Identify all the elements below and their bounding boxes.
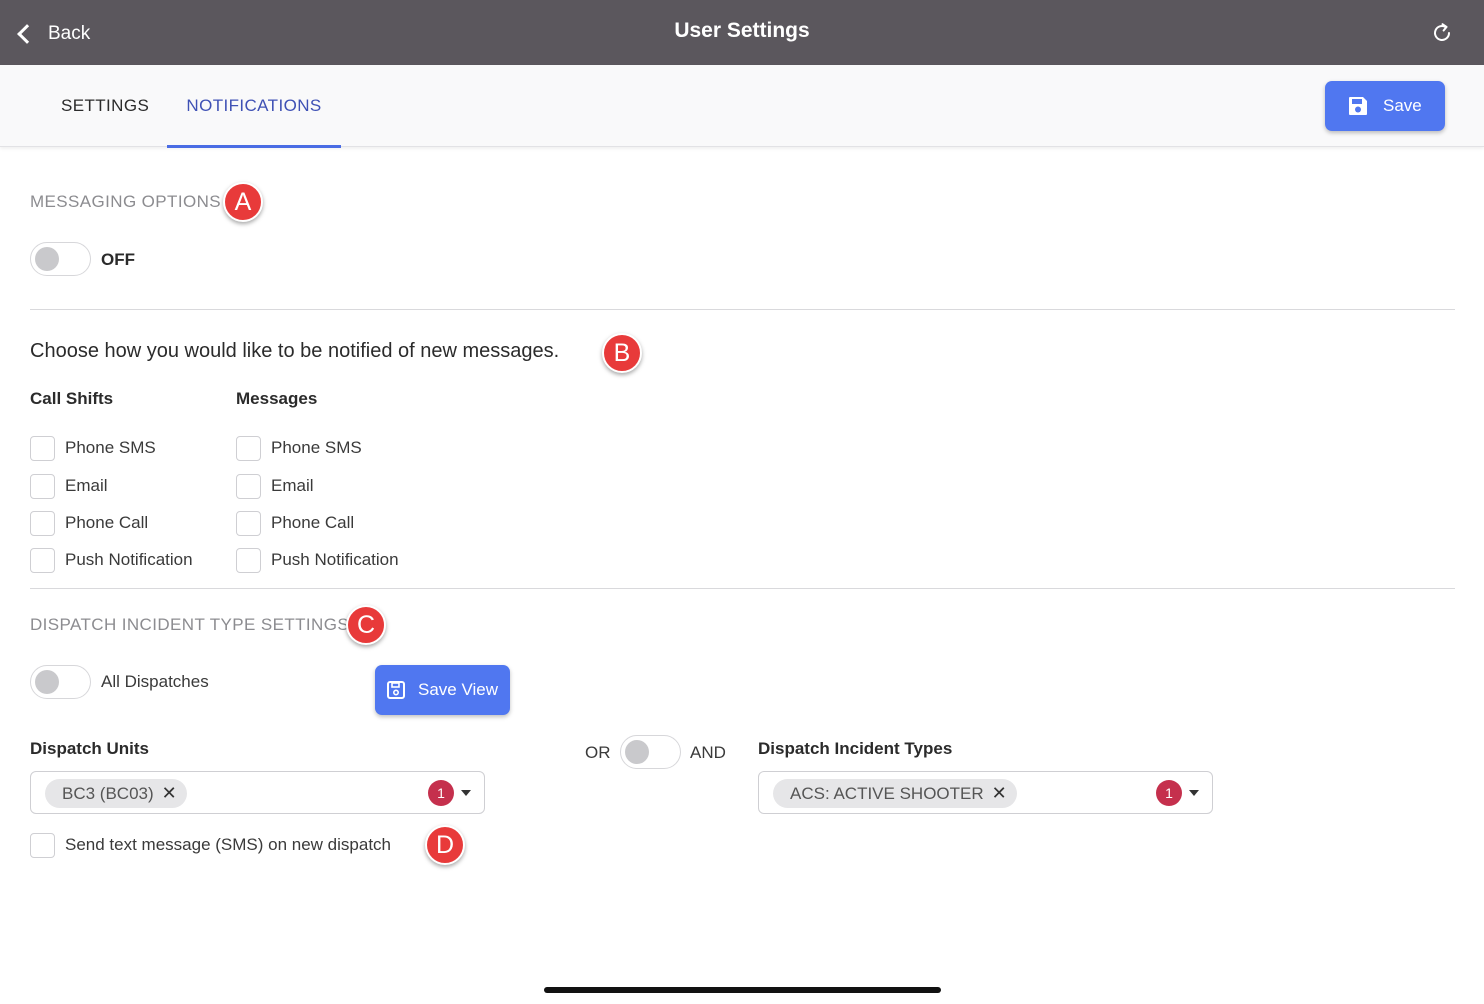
all-dispatches-label: All Dispatches (101, 672, 209, 691)
app-header: Back User Settings (0, 0, 1484, 65)
selected-count-badge: 1 (428, 780, 454, 806)
call-shifts-heading: Call Shifts (30, 389, 114, 408)
caret-down-icon[interactable] (1189, 790, 1199, 796)
dispatch-incident-types-label: Dispatch Incident Types (758, 739, 953, 758)
messages-email-checkbox[interactable]: Email (236, 473, 314, 499)
incident-type-chip: ACS: ACTIVE SHOOTER ✕ (773, 779, 1017, 808)
marker-b: B (602, 333, 642, 373)
checkbox-label: Push Notification (65, 550, 193, 569)
checkbox-label: Email (271, 476, 314, 495)
call-shifts-email-checkbox[interactable]: Email (30, 473, 108, 499)
divider (30, 309, 1455, 310)
checkbox[interactable] (30, 832, 55, 858)
checkbox-label: Phone Call (65, 513, 149, 532)
refresh-icon[interactable] (1430, 21, 1454, 45)
toggle-knob (35, 247, 59, 271)
checkbox[interactable] (30, 473, 55, 499)
save-view-icon (387, 681, 405, 699)
checkbox[interactable] (30, 435, 55, 461)
dispatch-incident-types-select[interactable]: ACS: ACTIVE SHOOTER ✕ 1 (758, 771, 1213, 814)
unit-chip-label: BC3 (BC03) (62, 783, 154, 803)
marker-c: C (346, 605, 386, 645)
checkbox[interactable] (30, 547, 55, 573)
dispatch-units-label: Dispatch Units (30, 739, 150, 758)
checkbox-label: Phone Call (271, 513, 355, 532)
home-indicator (544, 987, 941, 993)
and-label: AND (690, 743, 726, 762)
caret-down-icon[interactable] (461, 790, 471, 796)
save-button-label: Save (1383, 96, 1422, 115)
call-shifts-push-checkbox[interactable]: Push Notification (30, 547, 193, 573)
checkbox-label: Phone SMS (65, 438, 156, 457)
toggle-knob (35, 670, 59, 694)
call-shifts-phone-sms-checkbox[interactable]: Phone SMS (30, 435, 156, 461)
remove-chip-icon[interactable]: ✕ (992, 783, 1007, 804)
save-view-label: Save View (418, 680, 499, 699)
notify-prompt: Choose how you would like to be notified… (30, 340, 560, 362)
save-view-button[interactable]: Save View (375, 665, 510, 715)
call-shifts-phone-call-checkbox[interactable]: Phone Call (30, 510, 148, 536)
messages-push-checkbox[interactable]: Push Notification (236, 547, 399, 573)
tabs-bar: SETTINGS NOTIFICATIONS Save (0, 65, 1484, 148)
dispatch-units-select[interactable]: BC3 (BC03) ✕ 1 (30, 771, 485, 814)
checkbox-label: Push Notification (271, 550, 399, 569)
messages-heading: Messages (236, 389, 318, 408)
messaging-toggle-label: OFF (101, 250, 135, 269)
checkbox[interactable] (236, 435, 261, 461)
toggle-knob (625, 740, 649, 764)
selected-count-badge: 1 (1156, 780, 1182, 806)
checkbox[interactable] (236, 547, 261, 573)
messaging-options-heading: MESSAGING OPTIONS (30, 192, 221, 211)
tab-notifications[interactable]: NOTIFICATIONS (167, 65, 341, 148)
tab-settings[interactable]: SETTINGS (61, 65, 149, 147)
messages-phone-call-checkbox[interactable]: Phone Call (236, 510, 354, 536)
send-sms-label: Send text message (SMS) on new dispatch (65, 835, 391, 854)
all-dispatches-toggle[interactable] (30, 665, 91, 699)
messaging-toggle[interactable] (30, 242, 91, 276)
send-sms-checkbox[interactable]: Send text message (SMS) on new dispatch (30, 832, 391, 858)
divider (30, 588, 1455, 589)
dispatch-settings-heading: DISPATCH INCIDENT TYPE SETTINGS (30, 615, 350, 634)
marker-d: D (425, 825, 465, 865)
unit-chip: BC3 (BC03) ✕ (45, 779, 187, 808)
or-label: OR (585, 743, 611, 762)
checkbox[interactable] (236, 510, 261, 536)
checkbox-label: Phone SMS (271, 438, 362, 457)
remove-chip-icon[interactable]: ✕ (162, 783, 177, 804)
marker-a: A (223, 182, 263, 222)
checkbox-label: Email (65, 476, 108, 495)
page-title: User Settings (674, 19, 810, 42)
checkbox[interactable] (30, 510, 55, 536)
messages-phone-sms-checkbox[interactable]: Phone SMS (236, 435, 362, 461)
save-icon (1349, 97, 1367, 115)
checkbox[interactable] (236, 473, 261, 499)
or-and-toggle[interactable] (620, 735, 681, 769)
save-button[interactable]: Save (1325, 81, 1445, 131)
incident-type-chip-label: ACS: ACTIVE SHOOTER (790, 783, 984, 803)
